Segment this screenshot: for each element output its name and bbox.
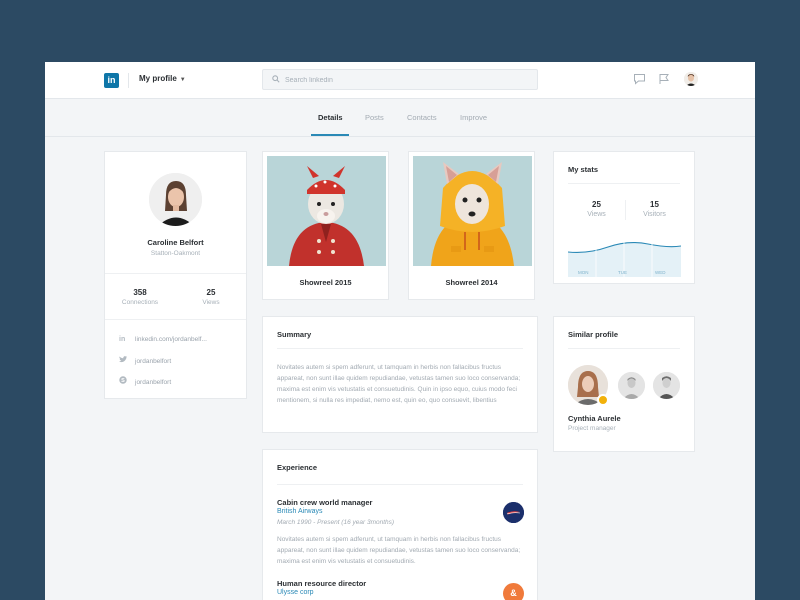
similar-profile-avatar[interactable] [618, 372, 645, 399]
divider [568, 183, 680, 184]
summary-text: Novitates autem si spem adferunt, ut tam… [277, 364, 521, 404]
profile-menu[interactable]: My profile ▼ [139, 74, 186, 83]
link-text: linkedin.com/jordanbelf... [135, 336, 207, 343]
stat-value: 358 [133, 288, 147, 297]
card-title: My stats [568, 165, 599, 174]
stats-chart[interactable]: MON TUE WED [568, 232, 681, 277]
skype-icon: S [119, 376, 128, 386]
ulysse-corp-logo[interactable]: & [503, 583, 524, 600]
tab-details[interactable]: Details [318, 113, 343, 122]
profile-avatar[interactable] [149, 173, 202, 226]
search-box[interactable] [262, 69, 538, 90]
tab-contacts[interactable]: Contacts [407, 113, 437, 122]
showreel-title: Showreel 2014 [445, 278, 498, 287]
similar-profile-role: Project manager [568, 425, 616, 432]
divider [105, 319, 246, 320]
experience-dates: March 1990 - Present (16 year 3months) [277, 519, 395, 526]
experience-description: Novitates autem si spem adferunt, ut tam… [277, 536, 521, 565]
divider [105, 273, 246, 274]
similar-profile-avatar[interactable] [653, 372, 680, 399]
divider [625, 200, 626, 220]
svg-text:S: S [121, 378, 125, 384]
similar-profile-name[interactable]: Cynthia Aurele [568, 414, 621, 423]
divider [568, 348, 680, 349]
showreel-card[interactable]: Showreel 2014 [408, 151, 535, 300]
stat-label: Connections [121, 299, 159, 306]
similar-profile-card: Similar profile Cynthia Aurele Project m… [553, 316, 695, 452]
divider [277, 348, 523, 349]
experience-company[interactable]: Ulysse corp [277, 589, 314, 596]
stat-value: 25 [592, 200, 601, 209]
summary-card: Summary Novitates autem si spem adferunt… [262, 316, 538, 433]
user-avatar[interactable] [684, 72, 698, 86]
my-stats-card: My stats 25 Views 15 Visitors MON TUE WE… [553, 151, 695, 284]
message-icon[interactable] [633, 73, 646, 85]
tab-bar: Details Posts Contacts Improve [45, 99, 755, 137]
profile-name: Caroline Belfort [147, 238, 204, 247]
linkedin-link[interactable]: in linkedin.com/jordanbelf... [119, 336, 207, 343]
flag-icon[interactable] [658, 73, 670, 85]
linkedin-logo[interactable]: in [104, 73, 119, 88]
card-title: Experience [277, 463, 318, 472]
search-input[interactable] [285, 74, 525, 86]
active-tab-indicator [311, 134, 349, 136]
linkedin-icon: in [119, 336, 126, 343]
showreel-thumbnail[interactable] [413, 156, 532, 266]
top-bar: in My profile ▼ [45, 62, 755, 99]
experience-role: Human resource director [277, 579, 367, 588]
stat-label: Visitors [643, 211, 666, 218]
showreel-title: Showreel 2015 [299, 278, 352, 287]
chevron-down-icon: ▼ [179, 77, 186, 83]
card-title: Summary [277, 330, 312, 339]
card-title: Similar profile [568, 330, 619, 339]
showreel-card[interactable]: Showreel 2015 [262, 151, 389, 300]
experience-card: Experience Cabin crew world manager Brit… [262, 449, 538, 600]
views-stat[interactable]: 25 Views [569, 200, 624, 218]
experience-role: Cabin crew world manager [277, 498, 373, 507]
profile-location: Statton-Oakmont [150, 250, 201, 257]
profile-menu-label: My profile [139, 74, 177, 83]
tab-improve[interactable]: Improve [460, 113, 487, 122]
experience-company[interactable]: British Airways [277, 508, 323, 515]
chart-day-label: TUE [618, 270, 627, 275]
views-stat[interactable]: 25 Views [181, 288, 241, 306]
divider [277, 484, 523, 485]
search-icon [272, 75, 280, 83]
stat-value: 25 [206, 288, 216, 297]
link-text: jordanbelfort [135, 358, 172, 365]
link-text: jordanbelfort [135, 379, 172, 386]
skype-link[interactable]: S jordanbelfort [119, 376, 171, 386]
profile-card: Caroline Belfort Statton-Oakmont 358 Con… [104, 151, 247, 399]
status-badge [597, 394, 609, 406]
twitter-link[interactable]: jordanbelfort [119, 356, 171, 365]
stat-label: Views [202, 299, 220, 306]
connections-stat[interactable]: 358 Connections [110, 288, 170, 306]
british-airways-logo[interactable] [503, 502, 524, 523]
tab-posts[interactable]: Posts [365, 113, 384, 122]
stat-value: 15 [650, 200, 659, 209]
chart-day-label: MON [578, 270, 589, 275]
chart-day-label: WED [655, 270, 666, 275]
visitors-stat[interactable]: 15 Visitors [627, 200, 682, 218]
app-window: in My profile▼ Details [45, 62, 755, 600]
stat-label: Views [587, 211, 606, 218]
divider [128, 73, 129, 88]
twitter-icon [119, 356, 128, 365]
showreel-thumbnail[interactable] [267, 156, 386, 266]
